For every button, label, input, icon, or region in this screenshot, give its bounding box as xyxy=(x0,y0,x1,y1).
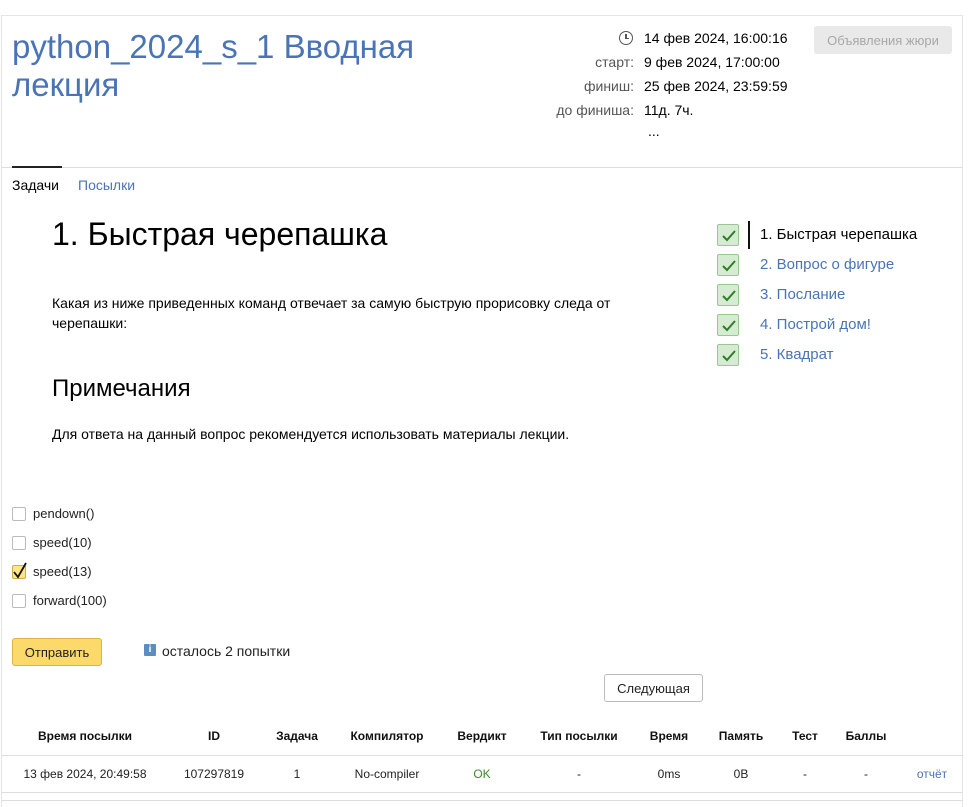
submission-type: - xyxy=(577,767,581,781)
more-indicator[interactable]: ... xyxy=(648,121,660,141)
problem-statement: Какая из ниже приведенных команд отвечае… xyxy=(52,295,611,331)
column-header[interactable]: Тип посылки xyxy=(529,718,629,754)
option-label: speed(10) xyxy=(33,535,92,550)
task-nav-item[interactable]: 1. Быстрая черепашка xyxy=(716,220,966,250)
option-checkbox[interactable] xyxy=(12,507,26,521)
task-nav-item[interactable]: 3. Послание xyxy=(716,280,966,310)
problem-title: 1. Быстрая черепашка xyxy=(52,216,388,252)
remaining-row: до финиша: 11д. 7ч. xyxy=(530,100,790,120)
solved-check-icon xyxy=(717,314,739,336)
contest-page: python_2024_s_1 Вводная лекция 14 фев 20… xyxy=(0,0,975,807)
solved-check-icon xyxy=(717,344,739,366)
submission-compiler: No-compiler xyxy=(354,767,420,781)
submission-memory: 0B xyxy=(733,767,749,781)
column-header[interactable]: Баллы xyxy=(837,718,895,754)
remaining-label: до финиша: xyxy=(556,102,634,118)
task-nav-label[interactable]: 3. Послание xyxy=(760,286,845,304)
submit-button[interactable]: Отправить xyxy=(12,638,102,666)
task-nav-label[interactable]: 4. Построй дом! xyxy=(760,316,871,334)
task-nav-label[interactable]: 2. Вопрос о фигуре xyxy=(760,256,894,274)
notes-heading: Примечания xyxy=(52,375,191,402)
solved-check-icon xyxy=(717,224,739,246)
page-frame xyxy=(1,15,963,807)
option-label: speed(13) xyxy=(33,564,92,579)
tab-active-indicator xyxy=(12,166,62,168)
column-header[interactable]: Тест xyxy=(783,718,827,754)
submission-score: - xyxy=(864,767,868,781)
task-nav-label[interactable]: 5. Квадрат xyxy=(760,346,834,364)
task-nav-item[interactable]: 4. Построй дом! xyxy=(716,310,966,340)
column-header[interactable]: Компилятор xyxy=(339,718,435,754)
column-header[interactable]: Время xyxy=(639,718,699,754)
report-link[interactable]: отчёт xyxy=(907,756,957,792)
column-header[interactable]: Задача xyxy=(265,718,329,754)
current-task-marker xyxy=(748,221,750,249)
remaining-value: 11д. 7ч. xyxy=(644,102,694,118)
start-value: 9 фев 2024, 17:00:00 xyxy=(644,54,780,70)
solved-check-icon xyxy=(717,254,739,276)
submission-exec-time: 0ms xyxy=(657,767,681,781)
option-checkbox-checked[interactable] xyxy=(12,562,27,579)
clock-icon xyxy=(619,31,633,45)
task-nav-item[interactable]: 2. Вопрос о фигуре xyxy=(716,250,966,280)
jury-announcements-button[interactable]: Объявления жюри xyxy=(814,26,952,54)
start-label: старт: xyxy=(595,54,634,70)
task-nav-label[interactable]: 1. Быстрая черепашка xyxy=(760,226,917,244)
option-checkbox[interactable] xyxy=(12,536,26,550)
task-nav-item[interactable]: 5. Квадрат xyxy=(716,340,966,370)
submission-verdict: OK xyxy=(473,767,491,781)
option-label: pendown() xyxy=(33,506,95,521)
header-divider xyxy=(1,167,963,168)
solved-check-icon xyxy=(717,284,739,306)
answer-option[interactable]: forward(100) xyxy=(12,591,212,611)
info-icon: i xyxy=(144,644,156,656)
submission-task: 1 xyxy=(293,767,301,781)
submission-test: - xyxy=(803,767,807,781)
contest-title: python_2024_s_1 Вводная лекция xyxy=(12,28,415,103)
answer-option[interactable]: pendown() xyxy=(12,504,212,524)
attempts-remaining: осталось 2 попытки xyxy=(162,643,291,659)
finish-value: 25 фев 2024, 23:59:59 xyxy=(644,78,788,94)
tab-submissions[interactable]: Посылки xyxy=(78,176,135,194)
table-bottom-divider xyxy=(1,800,963,801)
current-time: 14 фев 2024, 16:00:16 xyxy=(644,30,788,46)
answer-option[interactable]: speed(10) xyxy=(12,533,212,553)
column-header[interactable]: Время посылки xyxy=(7,718,163,754)
submission-time: 13 фев 2024, 20:49:58 xyxy=(23,767,147,781)
finish-label: финиш: xyxy=(583,78,634,94)
current-time-row: 14 фев 2024, 16:00:16 xyxy=(530,28,790,48)
start-row: старт: 9 фев 2024, 17:00:00 xyxy=(530,52,790,72)
column-header[interactable]: Память xyxy=(709,718,773,754)
table-row: 13 фев 2024, 20:49:58 107297819 1 No-com… xyxy=(1,756,963,793)
answer-option[interactable]: speed(13) xyxy=(12,562,212,582)
tab-tasks[interactable]: Задачи xyxy=(12,176,59,194)
notes-text: Для ответа на данный вопрос рекомендуетс… xyxy=(52,426,570,442)
finish-row: финиш: 25 фев 2024, 23:59:59 xyxy=(530,76,790,96)
table-header: Время посылки ID Задача Компилятор Верди… xyxy=(1,718,963,756)
option-label: forward(100) xyxy=(33,593,107,608)
next-problem-button[interactable]: Следующая xyxy=(604,674,703,702)
submission-id: 107297819 xyxy=(183,767,245,781)
column-header[interactable]: Вердикт xyxy=(445,718,519,754)
column-header[interactable]: ID xyxy=(173,718,255,754)
option-checkbox[interactable] xyxy=(12,594,26,608)
